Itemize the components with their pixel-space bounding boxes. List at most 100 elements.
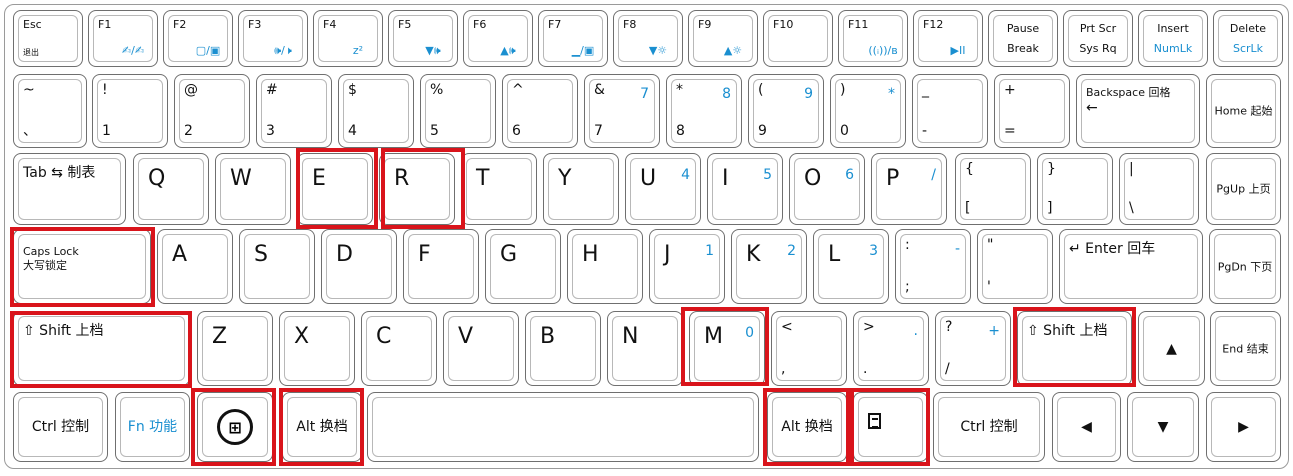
key-k7[interactable]: & 7 7 xyxy=(584,74,660,148)
key-z-label: Z xyxy=(212,324,228,349)
key-pause[interactable]: Pause Break xyxy=(988,10,1058,67)
key-rshift[interactable]: ⇧ Shift 上档 xyxy=(1017,311,1132,386)
key-menu[interactable] xyxy=(853,392,928,462)
key-f10[interactable]: F10 xyxy=(763,10,833,67)
key-rbrace[interactable]: }] xyxy=(1037,153,1113,225)
key-f12[interactable]: F12 ▶II xyxy=(913,10,983,67)
key-h[interactable]: H xyxy=(567,229,643,304)
key-space[interactable] xyxy=(367,392,759,462)
key-k7-bottom-label: 7 xyxy=(594,123,603,139)
key-down[interactable]: ▼ xyxy=(1127,392,1199,462)
key-k5[interactable]: % 5 xyxy=(420,74,496,148)
key-u[interactable]: U4 xyxy=(625,153,701,225)
key-k1[interactable]: ! 1 xyxy=(92,74,168,148)
key-lalt[interactable]: Alt 换档 xyxy=(282,392,362,462)
key-minus-top-label: _ xyxy=(922,82,929,98)
key-lshift[interactable]: ⇧ Shift 上档 xyxy=(13,311,190,386)
key-f11[interactable]: F11 ((ᵢ))/ʙ xyxy=(838,10,908,67)
key-semicolon[interactable]: :; - xyxy=(895,229,971,304)
key-k8[interactable]: * 8 8 xyxy=(666,74,742,148)
key-o-label: O xyxy=(804,166,822,191)
key-l[interactable]: L3 xyxy=(813,229,889,304)
key-f8[interactable]: F8 ▼☼ xyxy=(613,10,683,67)
key-w[interactable]: W xyxy=(215,153,291,225)
key-x[interactable]: X xyxy=(279,311,355,386)
key-period-top-label: > xyxy=(863,319,875,335)
key-quote[interactable]: " ' xyxy=(977,229,1053,304)
key-k4[interactable]: $4 xyxy=(338,74,414,148)
key-tilde[interactable]: ~、 xyxy=(13,74,87,148)
key-right[interactable]: ▶ xyxy=(1206,392,1281,462)
key-d[interactable]: D xyxy=(321,229,397,304)
key-f1[interactable]: F1 ✍/✍ xyxy=(88,10,158,67)
key-s[interactable]: S xyxy=(239,229,315,304)
key-esc[interactable]: Esc 退出 xyxy=(13,10,83,67)
key-equal[interactable]: + = xyxy=(994,74,1070,148)
key-r-label: R xyxy=(394,166,410,191)
key-f2[interactable]: F2 ▢/▣ xyxy=(163,10,233,67)
key-backspace[interactable]: Backspace 回格 ← xyxy=(1076,74,1200,148)
key-k0[interactable]: ) 0 * xyxy=(830,74,906,148)
key-i[interactable]: I5 xyxy=(707,153,783,225)
key-ralt[interactable]: Alt 换档 xyxy=(767,392,847,462)
key-l-numpad-label: 3 xyxy=(869,243,878,259)
key-tab[interactable]: Tab ⇆ 制表 xyxy=(13,153,126,225)
key-k3-bottom-label: 3 xyxy=(266,123,275,139)
key-capslock[interactable]: Caps Lock 大写锁定 xyxy=(13,229,151,304)
key-k9[interactable]: (9 9 xyxy=(748,74,824,148)
key-pipe[interactable]: | \ xyxy=(1119,153,1199,225)
key-j[interactable]: J1 xyxy=(649,229,725,304)
key-comma-bottom-label: , xyxy=(781,361,786,377)
key-y[interactable]: Y xyxy=(543,153,619,225)
key-lctrl[interactable]: Ctrl 控制 xyxy=(13,392,108,462)
key-period[interactable]: >.. xyxy=(853,311,929,386)
key-c[interactable]: C xyxy=(361,311,437,386)
key-backspace-label: Backspace 回格 xyxy=(1086,86,1171,99)
key-k6[interactable]: ^ 6 xyxy=(502,74,578,148)
key-f1-icon: ✍/✍ xyxy=(121,44,145,57)
key-m[interactable]: M0 xyxy=(689,311,765,386)
key-rctrl[interactable]: Ctrl 控制 xyxy=(933,392,1045,462)
key-minus[interactable]: _ - xyxy=(912,74,988,148)
key-pgdn[interactable]: PgDn 下页 xyxy=(1209,229,1281,304)
key-fn[interactable]: Fn 功能 xyxy=(115,392,190,462)
key-delete[interactable]: Delete ScrLk xyxy=(1213,10,1283,67)
key-k2[interactable]: @2 xyxy=(174,74,250,148)
key-z[interactable]: Z xyxy=(197,311,273,386)
key-prtscr[interactable]: Prt Scr Sys Rq xyxy=(1063,10,1133,67)
key-k[interactable]: K2 xyxy=(731,229,807,304)
key-f9[interactable]: F9 ▲☼ xyxy=(688,10,758,67)
key-f[interactable]: F xyxy=(403,229,479,304)
key-g[interactable]: G xyxy=(485,229,561,304)
key-k6-top-label: ^ xyxy=(512,82,524,98)
key-home[interactable]: Home 起始 xyxy=(1206,74,1281,148)
key-f6[interactable]: F6 ▲🕪 xyxy=(463,10,533,67)
key-a[interactable]: A xyxy=(157,229,233,304)
key-t[interactable]: T xyxy=(461,153,537,225)
key-q[interactable]: Q xyxy=(133,153,209,225)
key-slash[interactable]: ? / + xyxy=(935,311,1011,386)
key-f5[interactable]: F5 ▼🕪 xyxy=(388,10,458,67)
key-up[interactable]: ▲ xyxy=(1138,311,1205,386)
key-b[interactable]: B xyxy=(525,311,601,386)
key-f7[interactable]: F7 ▁/▣ xyxy=(538,10,608,67)
key-f4[interactable]: F4 z² xyxy=(313,10,383,67)
key-p[interactable]: P / xyxy=(871,153,947,225)
key-pgup[interactable]: PgUp 上页 xyxy=(1206,153,1281,225)
key-comma[interactable]: <, xyxy=(771,311,847,386)
key-f3[interactable]: F3 🕪/🕨 xyxy=(238,10,308,67)
key-end[interactable]: End 结束 xyxy=(1210,311,1281,386)
key-lbrace[interactable]: {[ xyxy=(955,153,1031,225)
key-enter[interactable]: ↵ Enter 回车 xyxy=(1059,229,1203,304)
key-k3[interactable]: #3 xyxy=(256,74,332,148)
key-n[interactable]: N xyxy=(607,311,683,386)
key-r[interactable]: R xyxy=(379,153,455,225)
key-period-numpad-label: . xyxy=(913,323,918,339)
key-left[interactable]: ◀ xyxy=(1052,392,1121,462)
key-insert[interactable]: Insert NumLk xyxy=(1138,10,1208,67)
key-left-label: ◀ xyxy=(1081,419,1092,435)
key-win[interactable]: ⊞ xyxy=(197,392,273,462)
key-e[interactable]: E xyxy=(297,153,373,225)
key-v[interactable]: V xyxy=(443,311,519,386)
key-o[interactable]: O6 xyxy=(789,153,865,225)
